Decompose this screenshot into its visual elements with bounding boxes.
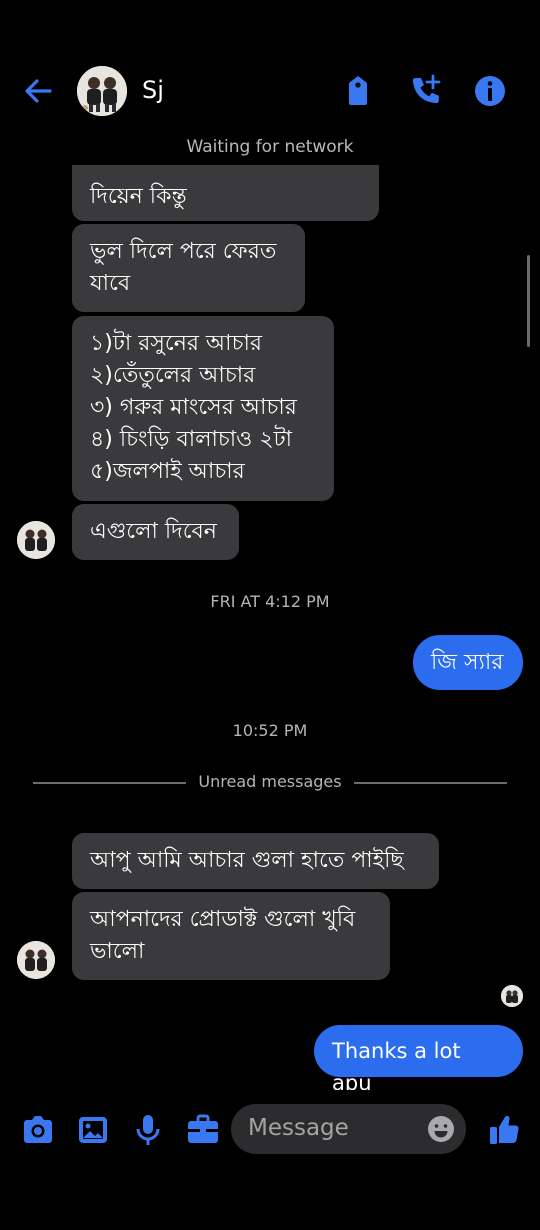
thumbs-up-icon[interactable] [486, 1112, 522, 1148]
info-icon[interactable] [472, 73, 508, 109]
incoming-message[interactable]: এগুলো দিবেন [72, 504, 239, 560]
image-icon[interactable] [75, 1112, 111, 1148]
outgoing-message[interactable]: জি স্যার [413, 635, 523, 690]
scrollbar-thumb[interactable] [527, 255, 530, 347]
phone-add-icon[interactable] [408, 73, 444, 109]
tag-icon[interactable] [340, 73, 376, 109]
seen-receipt-avatar [501, 985, 523, 1007]
briefcase-icon[interactable] [185, 1112, 221, 1148]
network-status: Waiting for network [186, 137, 354, 157]
incoming-message[interactable]: ভুল দিলে পরে ফেরত যাবে [72, 224, 305, 312]
sender-avatar[interactable] [17, 941, 55, 979]
timestamp: 10:52 PM [232, 721, 308, 740]
outgoing-message[interactable]: Thanks a lot apu [314, 1025, 523, 1090]
message-list[interactable]: দিয়েন কিন্তু ভুল দিলে পরে ফেরত যাবে ১)ট… [0, 165, 540, 1090]
incoming-message[interactable]: আপু আমি আচার গুলা হাতে পাইছি [72, 833, 439, 889]
message-placeholder: Message [248, 1115, 349, 1141]
microphone-icon[interactable] [130, 1112, 166, 1148]
camera-icon[interactable] [20, 1112, 56, 1148]
contact-name[interactable]: Sj [142, 76, 164, 104]
timestamp: FRI AT 4:12 PM [210, 592, 330, 611]
contact-avatar[interactable] [77, 66, 127, 116]
incoming-message[interactable]: দিয়েন কিন্তু [72, 165, 379, 221]
message-composer: Message [0, 1090, 540, 1170]
incoming-message[interactable]: ১)টা রসুনের আচার ২)তেঁতুলের আচার ৩) গরুর… [72, 316, 334, 501]
divider [354, 782, 507, 784]
back-arrow-icon[interactable] [22, 76, 54, 106]
message-input[interactable]: Message [231, 1104, 466, 1154]
conversation-header: Sj [0, 0, 540, 135]
incoming-message[interactable]: আপনাদের প্রোডাক্ট গুলো খুবি ভালো [72, 892, 390, 980]
emoji-icon[interactable] [426, 1114, 456, 1144]
sender-avatar[interactable] [17, 521, 55, 559]
